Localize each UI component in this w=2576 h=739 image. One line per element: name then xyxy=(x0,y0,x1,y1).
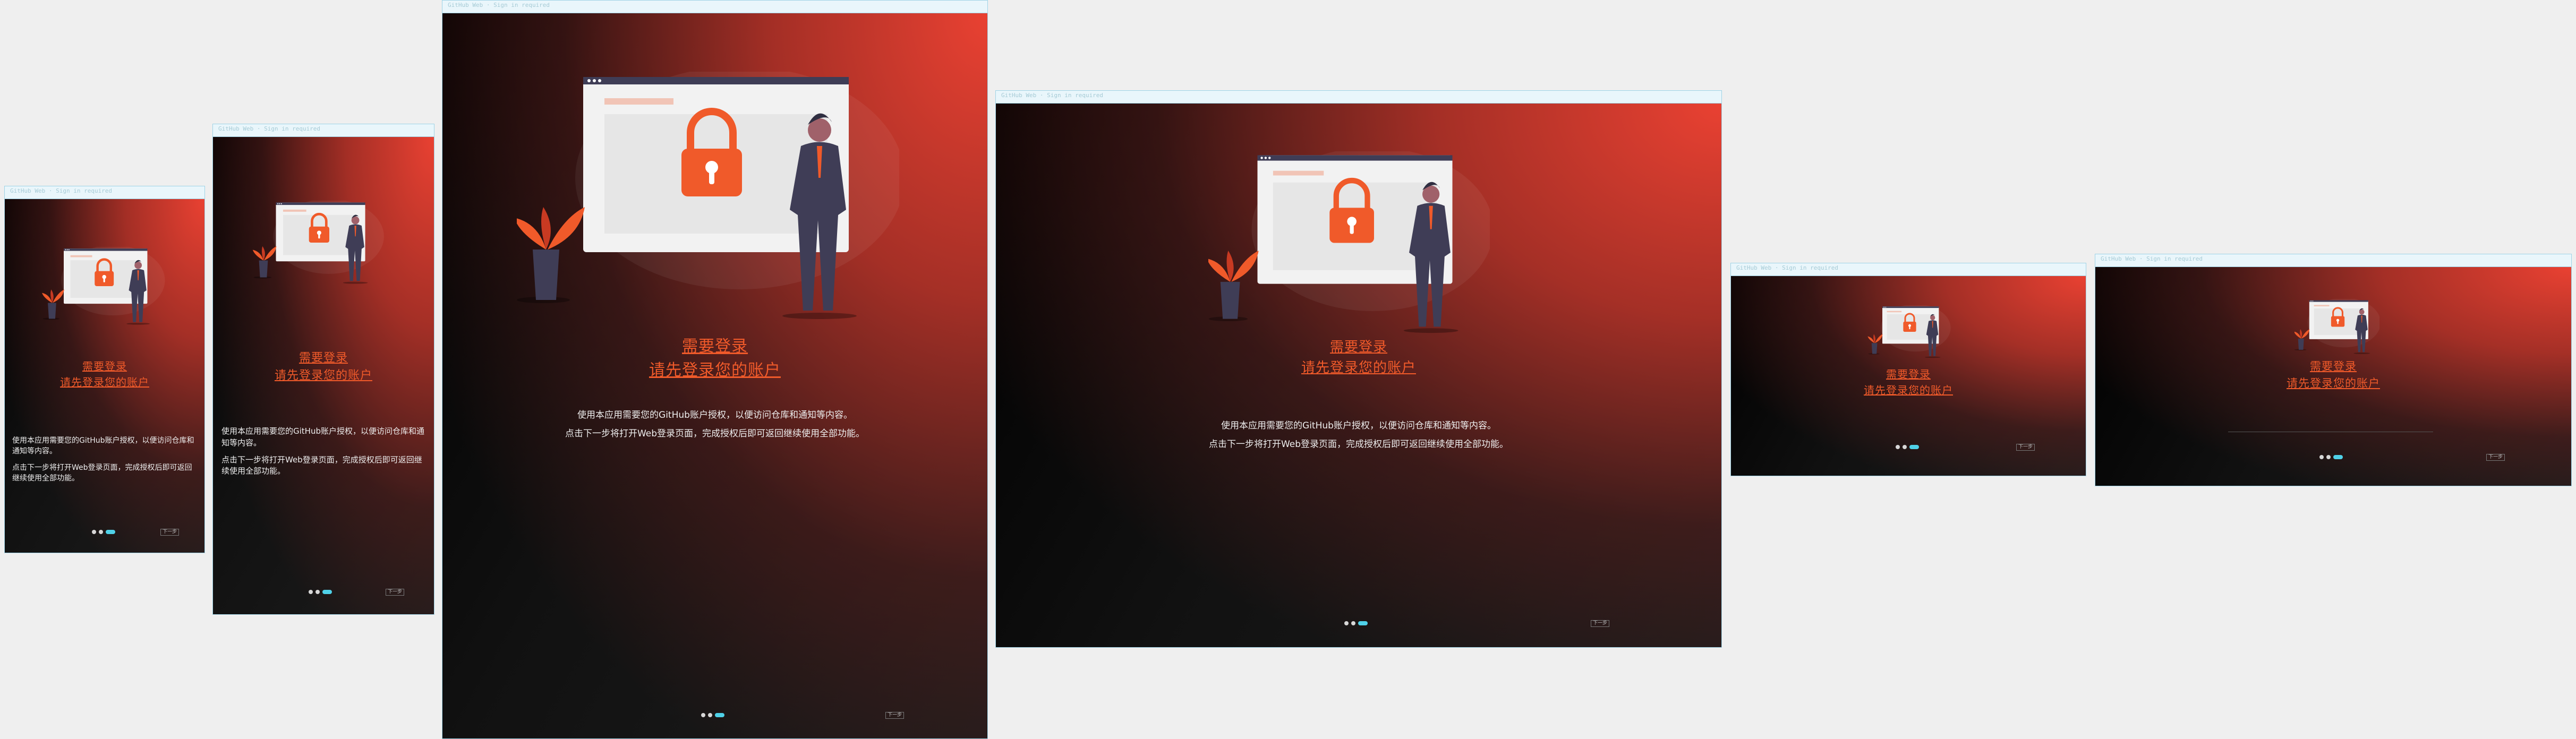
heading-line-2: 请先登录您的账户 xyxy=(60,376,149,389)
page-indicator xyxy=(1896,445,1919,449)
page-dot-2[interactable] xyxy=(1903,445,1907,449)
page-dot-2[interactable] xyxy=(99,530,103,534)
onboarding-heading: 需要登录 请先登录您的账户 xyxy=(1731,366,2086,398)
page-dot-3-active[interactable] xyxy=(715,713,724,717)
heading-line-1: 需要登录 xyxy=(682,337,748,356)
description-paragraph-1: 使用本应用需要您的GitHub账户授权，以便访问仓库和通知等内容。 xyxy=(12,436,194,456)
page-dot-1[interactable] xyxy=(2319,455,2324,459)
description-paragraph-2: 点击下一步将打开Web登录页面，完成授权后即可返回继续使用全部功能。 xyxy=(1208,439,1509,450)
page-indicator xyxy=(2319,455,2343,459)
description-paragraph-1: 使用本应用需要您的GitHub账户授权，以便访问仓库和通知等内容。 xyxy=(577,410,852,420)
next-button[interactable]: 下一步 xyxy=(2486,454,2505,461)
heading-line-2: 请先登录您的账户 xyxy=(1864,384,1953,397)
onboarding-heading: 需要登录 请先登录您的账户 xyxy=(213,349,434,384)
lock-illustration xyxy=(517,72,899,321)
onboarding-heading: 需要登录 请先登录您的账户 xyxy=(996,337,1721,379)
heading-line-2: 请先登录您的账户 xyxy=(649,361,781,380)
window-titlebar: GitHub Web · Sign in required xyxy=(2095,254,2571,267)
onboarding-heading: 需要登录 请先登录您的账户 xyxy=(5,358,204,390)
page-indicator xyxy=(1344,621,1368,625)
page-dot-3-active[interactable] xyxy=(1909,445,1919,449)
description-paragraph-1: 使用本应用需要您的GitHub账户授权，以便访问仓库和通知等内容。 xyxy=(1221,420,1496,431)
heading-line-2: 请先登录您的账户 xyxy=(274,369,372,382)
window-titlebar: GitHub Web · Sign in required xyxy=(996,91,1721,104)
page-dot-2[interactable] xyxy=(2326,455,2331,459)
page-dot-3-active[interactable] xyxy=(2333,455,2343,459)
onboarding-screen: 需要登录 请先登录您的账户 使用本应用需要您的GitHub账户授权，以便访问仓库… xyxy=(996,104,1721,647)
description-paragraph-2: 点击下一步将打开Web登录页面，完成授权后即可返回继续使用全部功能。 xyxy=(221,454,422,476)
page-dot-2[interactable] xyxy=(708,713,712,717)
lock-illustration xyxy=(1208,151,1490,334)
onboarding-screen: 需要登录 请先登录您的账户 使用本应用需要您的GitHub账户授权，以便访问仓库… xyxy=(442,13,987,738)
page-dot-1[interactable] xyxy=(92,530,96,534)
page-dot-2[interactable] xyxy=(1351,621,1355,625)
onboarding-description: 使用本应用需要您的GitHub账户授权，以便访问仓库和通知等内容。 点击下一步将… xyxy=(506,409,924,445)
lock-illustration xyxy=(1866,305,1951,358)
heading-line-1: 需要登录 xyxy=(1886,368,1931,381)
onboarding-heading: 需要登录 请先登录您的账户 xyxy=(442,334,987,382)
next-button[interactable]: 下一步 xyxy=(386,589,405,596)
page-dot-2[interactable] xyxy=(315,590,320,594)
page-dot-3-active[interactable] xyxy=(1358,621,1368,625)
lock-illustration xyxy=(2294,299,2379,355)
onboarding-description: 使用本应用需要您的GitHub账户授权，以便访问仓库和通知等内容。 点击下一步将… xyxy=(221,426,425,483)
lock-illustration xyxy=(37,247,169,325)
onboarding-screen: 需要登录 请先登录您的账户 下一步 xyxy=(2095,267,2571,486)
page-dot-3-active[interactable] xyxy=(322,590,332,594)
onboarding-description: 使用本应用需要您的GitHub账户授权，以便访问仓库和通知等内容。 点击下一步将… xyxy=(12,435,197,489)
preview-desktop: GitHub Web · Sign in required 需要登录 请先登录您… xyxy=(2095,254,2572,486)
description-paragraph-1: 使用本应用需要您的GitHub账户授权，以便访问仓库和通知等内容。 xyxy=(221,426,424,448)
onboarding-screen: 需要登录 请先登录您的账户 下一步 xyxy=(1731,276,2086,476)
onboarding-description: 使用本应用需要您的GitHub账户授权，以便访问仓库和通知等内容。 点击下一步将… xyxy=(1155,419,1562,456)
window-titlebar: GitHub Web · Sign in required xyxy=(1731,263,2086,276)
window-titlebar: GitHub Web · Sign in required xyxy=(5,186,204,199)
plant-illustration xyxy=(252,246,277,279)
heading-line-1: 需要登录 xyxy=(2310,360,2357,373)
plant-illustration xyxy=(42,289,64,320)
heading-line-2: 请先登录您的账户 xyxy=(2287,376,2380,390)
plant-illustration xyxy=(2294,329,2310,351)
preview-desktop-small: GitHub Web · Sign in required 需要登录 请先登录您… xyxy=(1730,263,2086,476)
window-titlebar: GitHub Web · Sign in required xyxy=(442,1,987,13)
next-button[interactable]: 下一步 xyxy=(160,529,180,536)
heading-line-2: 请先登录您的账户 xyxy=(1301,360,1416,376)
plant-illustration xyxy=(517,207,585,303)
preview-tablet-landscape: GitHub Web · Sign in required 需要登录 请先登录您… xyxy=(995,90,1722,648)
window-titlebar: GitHub Web · Sign in required xyxy=(213,124,434,137)
next-button[interactable]: 下一步 xyxy=(1591,620,1610,627)
page-dot-1[interactable] xyxy=(1896,445,1900,449)
onboarding-screen: 需要登录 请先登录您的账户 使用本应用需要您的GitHub账户授权，以便访问仓库… xyxy=(213,137,434,614)
preview-phone: GitHub Web · Sign in required 需要登录 请先登录您… xyxy=(212,124,434,615)
page-dot-3-active[interactable] xyxy=(106,530,115,534)
page-indicator xyxy=(309,590,332,594)
next-button[interactable]: 下一步 xyxy=(885,712,905,719)
heading-line-1: 需要登录 xyxy=(298,351,348,365)
onboarding-screen: 需要登录 请先登录您的账户 使用本应用需要您的GitHub账户授权，以便访问仓库… xyxy=(5,199,204,553)
page-dot-1[interactable] xyxy=(309,590,313,594)
description-paragraph-2: 点击下一步将打开Web登录页面，完成授权后即可返回继续使用全部功能。 xyxy=(565,428,865,439)
lock-illustration xyxy=(248,201,388,285)
page-dot-1[interactable] xyxy=(1344,621,1349,625)
onboarding-heading: 需要登录 请先登录您的账户 xyxy=(2095,358,2571,392)
preview-tablet-portrait: GitHub Web · Sign in required 需要登录 请先登录您… xyxy=(442,0,988,739)
next-button[interactable]: 下一步 xyxy=(2016,444,2035,451)
plant-illustration xyxy=(1208,251,1259,322)
page-indicator xyxy=(92,530,115,534)
page-indicator xyxy=(701,713,724,717)
heading-line-1: 需要登录 xyxy=(1329,339,1387,355)
description-paragraph-2: 点击下一步将打开Web登录页面，完成授权后即可返回继续使用全部功能。 xyxy=(12,463,192,483)
page-dot-1[interactable] xyxy=(701,713,705,717)
heading-line-1: 需要登录 xyxy=(82,360,127,373)
plant-illustration xyxy=(1867,334,1883,355)
preview-phone-small: GitHub Web · Sign in required 需要登录 请先登录您… xyxy=(4,186,205,553)
